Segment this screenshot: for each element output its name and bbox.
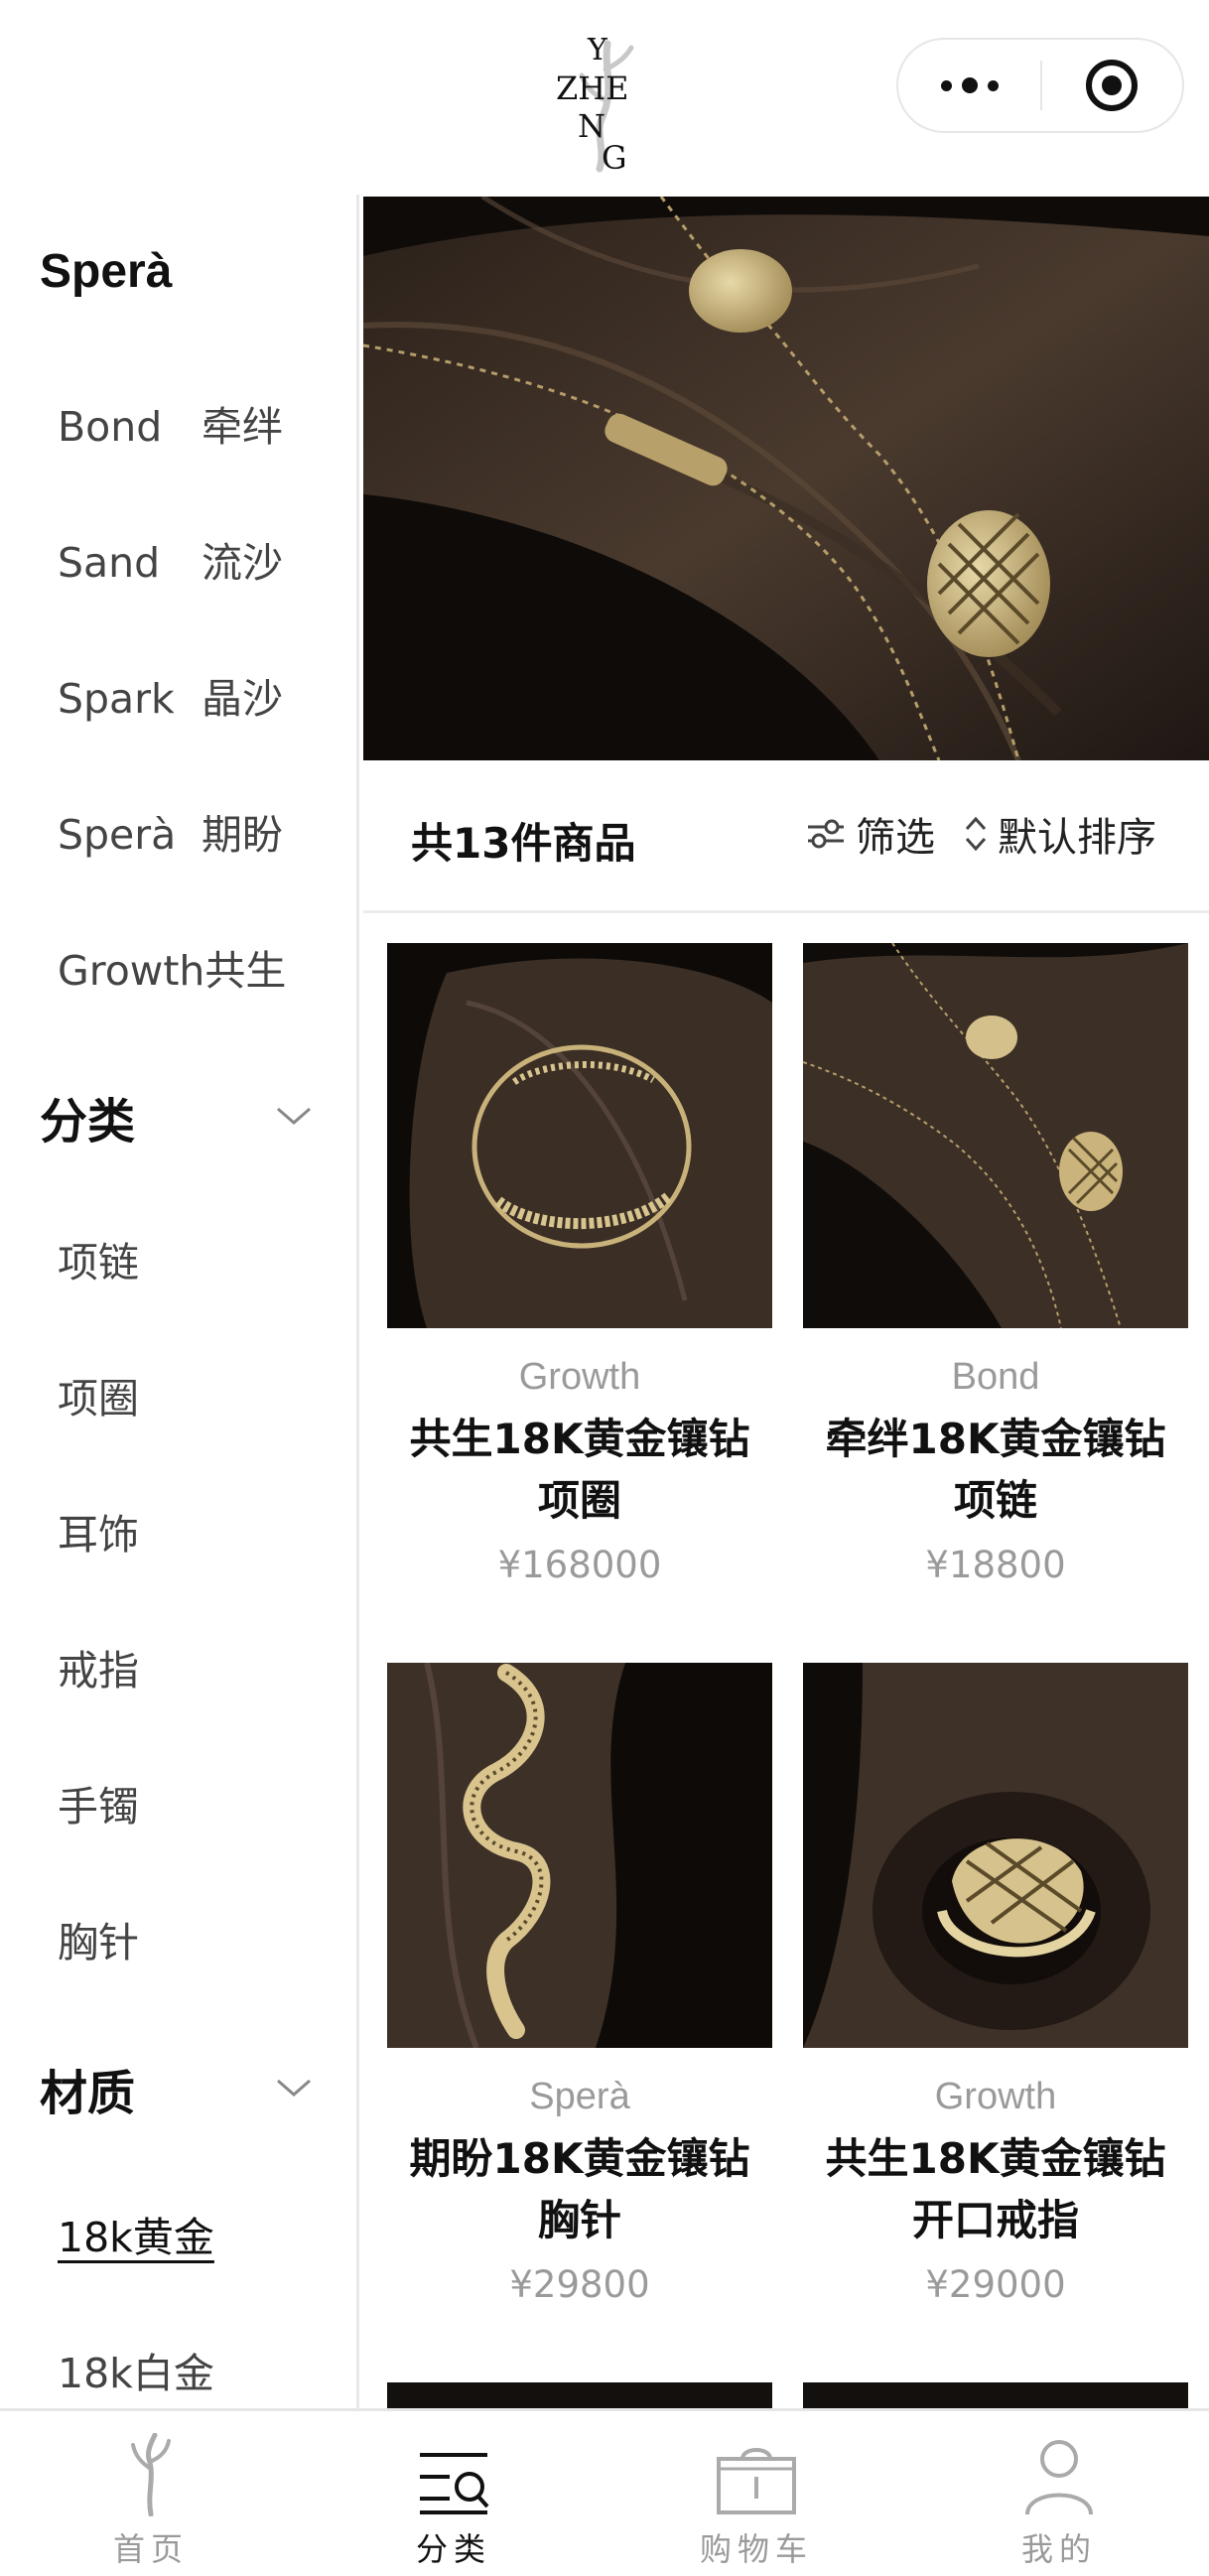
sidebar-item-bond[interactable]: Bond 牵绊	[58, 393, 283, 453]
svg-text:G: G	[602, 139, 627, 177]
product-image[interactable]	[803, 943, 1188, 1328]
product-series: Sperà	[529, 2076, 630, 2117]
sidebar-item-brooch[interactable]: 胸针	[58, 1909, 139, 1968]
bottom-tab-bar: 首页 分类 购物车 我的	[0, 2408, 1209, 2576]
series-zh-label: 期盼	[202, 811, 283, 859]
sidebar-item-18k-white-gold[interactable]: 18k白金	[58, 2340, 214, 2399]
target-close-icon[interactable]	[1042, 38, 1182, 133]
sidebar-item-bracelet[interactable]: 手镯	[58, 1773, 139, 1832]
category-heading[interactable]: 分类	[40, 1082, 135, 1152]
series-heading[interactable]: Sperà	[40, 244, 172, 299]
series-en-label: Growth	[58, 947, 205, 995]
sidebar-item-growth[interactable]: Growth共生	[58, 937, 286, 997]
profile-icon	[1023, 2433, 1095, 2516]
top-bar: Y ZHE N G	[0, 0, 1209, 195]
hero-banner[interactable]	[363, 197, 1209, 760]
banner-photo	[363, 197, 1209, 760]
series-en-label: Spark	[58, 675, 175, 723]
series-en-label: Bond	[58, 403, 163, 451]
sort-label: 默认排序	[998, 815, 1156, 861]
product-card[interactable]: Growth 共生18K黄金镶钻开口戒指 ¥29000	[803, 1663, 1188, 2306]
category-search-icon	[416, 2433, 491, 2516]
chevron-down-icon[interactable]	[276, 1106, 312, 1126]
product-image[interactable]	[803, 2382, 1188, 2408]
tab-label: 购物车	[699, 2530, 813, 2568]
product-card[interactable]: Sperà 期盼18K黄金镶钻胸针 ¥29800	[387, 1663, 772, 2306]
material-heading[interactable]: 材质	[40, 2054, 135, 2123]
filter-button[interactable]: 筛选	[806, 806, 935, 862]
product-card[interactable]: Growth 共生18K黄金镶钻项圈 ¥168000	[387, 943, 772, 1586]
product-card-partial[interactable]	[387, 2382, 772, 2408]
sidebar-item-necklace[interactable]: 项链	[58, 1229, 139, 1288]
listing-toolbar: 共13件商品 筛选 默认排序	[363, 762, 1209, 913]
sidebar-item-collar[interactable]: 项圈	[58, 1365, 139, 1424]
tab-cart[interactable]: 购物车	[647, 2411, 866, 2576]
product-price: ¥29800	[509, 2263, 650, 2306]
tab-label: 我的	[1020, 2530, 1097, 2568]
product-price: ¥168000	[497, 1544, 662, 1586]
product-card[interactable]: Bond 牵绊18K黄金镶钻项链 ¥18800	[803, 943, 1188, 1586]
sidebar-item-18k-gold[interactable]: 18k黄金	[58, 2204, 214, 2263]
product-card-partial[interactable]	[803, 2382, 1188, 2408]
product-series: Growth	[518, 1356, 641, 1398]
series-zh-label: 共生	[204, 947, 287, 995]
sidebar-item-ring[interactable]: 戒指	[58, 1637, 139, 1696]
product-title[interactable]: 共生18K黄金镶钻开口戒指	[803, 2128, 1188, 2251]
svg-text:ZHE: ZHE	[556, 69, 629, 107]
sidebar-item-spark[interactable]: Spark 晶沙	[58, 665, 283, 725]
tab-category[interactable]: 分类	[344, 2411, 563, 2576]
brand-logo[interactable]: Y ZHE N G	[546, 30, 665, 177]
product-price: ¥18800	[925, 1544, 1066, 1586]
tab-label: 首页	[112, 2530, 189, 2568]
series-zh-label: 流沙	[202, 539, 283, 587]
series-zh-label: 牵绊	[202, 403, 283, 451]
sidebar-item-earrings[interactable]: 耳饰	[58, 1501, 139, 1560]
series-zh-label: 晶沙	[202, 675, 283, 723]
sidebar-item-sand[interactable]: Sand 流沙	[58, 529, 283, 589]
shopping-bag-icon	[715, 2433, 798, 2516]
brand-logo-mark: Y ZHE N G	[556, 33, 634, 177]
sort-updown-icon	[965, 816, 987, 852]
more-dots-icon[interactable]	[898, 38, 1040, 133]
product-title[interactable]: 期盼18K黄金镶钻胸针	[387, 2128, 772, 2251]
series-en-label: Sperà	[58, 811, 177, 859]
filter-sidebar: Sperà Bond 牵绊 Sand 流沙 Spark 晶沙 Sperà 期盼 Grow…	[0, 195, 359, 2408]
sidebar-item-spera[interactable]: Sperà 期盼	[58, 801, 283, 861]
product-count: 共13件商品	[411, 819, 636, 868]
product-title[interactable]: 共生18K黄金镶钻项圈	[387, 1409, 772, 1532]
product-image[interactable]	[803, 1663, 1188, 2048]
product-price: ¥29000	[925, 2263, 1066, 2306]
product-title[interactable]: 牵绊18K黄金镶钻项链	[803, 1409, 1188, 1532]
series-en-label: Sand	[58, 539, 161, 587]
svg-text:Y: Y	[587, 33, 608, 68]
filter-label: 筛选	[856, 815, 935, 861]
chevron-down-icon[interactable]	[276, 2078, 312, 2098]
tab-label: 分类	[415, 2530, 491, 2568]
home-tree-icon	[121, 2433, 181, 2516]
product-image[interactable]	[387, 2382, 772, 2408]
sort-button[interactable]: 默认排序	[964, 806, 1156, 862]
product-image[interactable]	[387, 1663, 772, 2048]
product-series: Growth	[934, 2076, 1057, 2117]
tab-home[interactable]: 首页	[42, 2411, 260, 2576]
product-image[interactable]	[387, 943, 772, 1328]
filter-sliders-icon	[808, 819, 844, 849]
tab-profile[interactable]: 我的	[950, 2411, 1168, 2576]
mini-program-capsule	[896, 38, 1184, 133]
product-series: Bond	[951, 1356, 1040, 1398]
